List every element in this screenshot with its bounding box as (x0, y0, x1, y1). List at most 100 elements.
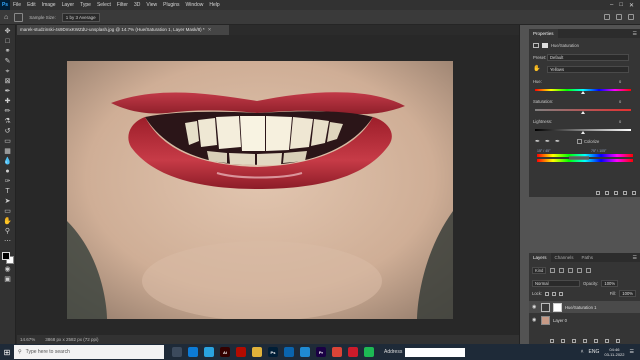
close-tab-icon[interactable]: ✕ (208, 27, 212, 32)
menu-select[interactable]: Select (94, 2, 114, 8)
saturation-slider-thumb[interactable] (581, 111, 585, 114)
preset-select[interactable]: Default (547, 54, 629, 61)
smart-filter-icon[interactable] (586, 267, 592, 273)
layers-menu-icon[interactable]: ☰ (633, 255, 640, 261)
quick-select-tool-icon[interactable]: ✎ (3, 58, 13, 66)
premiere-icon[interactable]: Pr (316, 347, 326, 357)
menu-edit[interactable]: Edit (24, 2, 39, 8)
saturation-value[interactable]: 0 (619, 99, 621, 104)
foreground-color-swatch[interactable] (1, 252, 10, 260)
type-filter-icon[interactable] (568, 267, 574, 273)
opacity-input[interactable]: 100% (601, 280, 619, 287)
telegram-icon[interactable] (204, 347, 214, 357)
crop-tool-icon[interactable]: ⌖ (3, 68, 13, 76)
more-tools-icon[interactable]: ⋯ (3, 238, 13, 246)
lock-pixels-icon[interactable] (545, 291, 550, 296)
new-group-icon[interactable] (593, 339, 598, 343)
task-view-icon[interactable] (172, 347, 182, 357)
acrobat-icon[interactable] (236, 347, 246, 357)
new-adjustment-icon[interactable] (582, 339, 587, 343)
eraser-tool-icon[interactable]: ▭ (3, 138, 13, 146)
shape-filter-icon[interactable] (577, 267, 583, 273)
move-tool-icon[interactable]: ✥ (3, 28, 13, 36)
document-tab[interactable]: marek-studzinski-4s9DmxKWZdU-unsplash.jp… (17, 25, 229, 35)
tray-chevron-icon[interactable]: ˄ (581, 349, 584, 355)
menu-layer[interactable]: Layer (59, 2, 78, 8)
mail-icon[interactable] (284, 347, 294, 357)
eyedropper-icon-1[interactable]: ✒ (535, 139, 541, 145)
link-layers-icon[interactable] (549, 339, 554, 343)
eye-icon[interactable]: ◉ (532, 304, 538, 310)
photoshop-icon[interactable]: Ps (268, 347, 278, 357)
file-explorer-icon[interactable] (252, 347, 262, 357)
share-icon[interactable] (628, 14, 634, 20)
menu-plugins[interactable]: Plugins (160, 2, 182, 8)
range-selector[interactable] (569, 156, 589, 160)
mask-icon[interactable] (542, 43, 548, 48)
layer-row-layer-0[interactable]: ◉ Layer 0 (529, 314, 640, 326)
menu-type[interactable]: Type (77, 2, 94, 8)
blur-tool-icon[interactable]: 💧 (3, 158, 13, 166)
zoom-tool-icon[interactable]: ⚲ (3, 228, 13, 236)
clone-stamp-icon[interactable]: ⚗ (3, 118, 13, 126)
lightness-slider-thumb[interactable] (581, 131, 585, 134)
frame-tool-icon[interactable]: ⊠ (3, 78, 13, 86)
fill-input[interactable]: 100% (619, 290, 636, 297)
dodge-tool-icon[interactable]: ● (3, 168, 13, 176)
view-previous-icon[interactable] (605, 191, 609, 195)
edge-icon[interactable] (188, 347, 198, 357)
layer-name[interactable]: Hue/Saturation 1 (565, 305, 596, 310)
menu-file[interactable]: File (10, 2, 24, 8)
hand-tool-icon[interactable]: ✋ (3, 218, 13, 226)
spotify-icon[interactable] (364, 347, 374, 357)
hue-slider-thumb[interactable] (581, 91, 585, 94)
reset-icon[interactable] (614, 191, 618, 195)
type-tool-icon[interactable]: T (3, 188, 13, 196)
lightness-value[interactable]: 0 (619, 119, 621, 124)
healing-brush-icon[interactable]: ✚ (3, 98, 13, 106)
panel-menu-icon[interactable]: ☰ (633, 31, 640, 37)
lasso-tool-icon[interactable]: ⚭ (3, 48, 13, 56)
language-indicator[interactable]: ENG (589, 349, 600, 355)
channel-select[interactable]: Yellows (547, 66, 629, 73)
notifications-icon[interactable]: ☰ (630, 349, 634, 355)
blend-mode-select[interactable]: Normal (532, 280, 580, 287)
maximize-icon[interactable]: □ (619, 2, 623, 9)
shape-tool-icon[interactable]: ▭ (3, 208, 13, 216)
address-input[interactable] (405, 347, 466, 357)
fx-icon[interactable] (560, 339, 565, 343)
delete-layer-icon[interactable] (615, 339, 620, 343)
clip-to-layer-icon[interactable] (596, 191, 600, 195)
menu-view[interactable]: View (143, 2, 160, 8)
kind-filter-select[interactable]: Kind (532, 266, 547, 274)
new-layer-icon[interactable] (604, 339, 609, 343)
add-mask-icon[interactable] (571, 339, 576, 343)
eyedropper-plus-icon[interactable]: ✒ (545, 139, 551, 145)
eyedropper-icon[interactable]: ✒ (3, 88, 13, 96)
trash-icon[interactable] (632, 191, 636, 195)
home-icon[interactable]: ⌂ (4, 14, 8, 21)
path-select-icon[interactable]: ➤ (3, 198, 13, 206)
lock-position-icon[interactable] (552, 291, 557, 296)
marquee-tool-icon[interactable]: □ (3, 38, 13, 46)
illustrator-icon[interactable]: Ai (220, 347, 230, 357)
colorize-checkbox[interactable] (577, 139, 582, 144)
history-brush-icon[interactable]: ↺ (3, 128, 13, 136)
minimize-icon[interactable]: – (610, 2, 613, 9)
adjustment-filter-icon[interactable] (559, 267, 565, 273)
brush-tool-icon[interactable]: ✏ (3, 108, 13, 116)
screen-mode-icon[interactable]: ▣ (3, 276, 13, 284)
targeted-adjustment-icon[interactable]: ✋ (533, 65, 540, 72)
clock[interactable]: 04:46 03-11-2022 (604, 347, 624, 357)
menu-window[interactable]: Window (183, 2, 207, 8)
vscode-icon[interactable] (300, 347, 310, 357)
document-image[interactable] (67, 61, 453, 319)
workspace-icon[interactable] (616, 14, 622, 20)
eyedropper-tool-icon[interactable] (14, 12, 24, 22)
menu-filter[interactable]: Filter (114, 2, 131, 8)
tab-channels[interactable]: Channels (551, 253, 578, 262)
sample-size-select[interactable]: 1 by 3 Average (61, 12, 100, 22)
eye-icon[interactable]: ◉ (532, 317, 538, 323)
gradient-tool-icon[interactable]: ▦ (3, 148, 13, 156)
pen-tool-icon[interactable]: ✑ (3, 178, 13, 186)
